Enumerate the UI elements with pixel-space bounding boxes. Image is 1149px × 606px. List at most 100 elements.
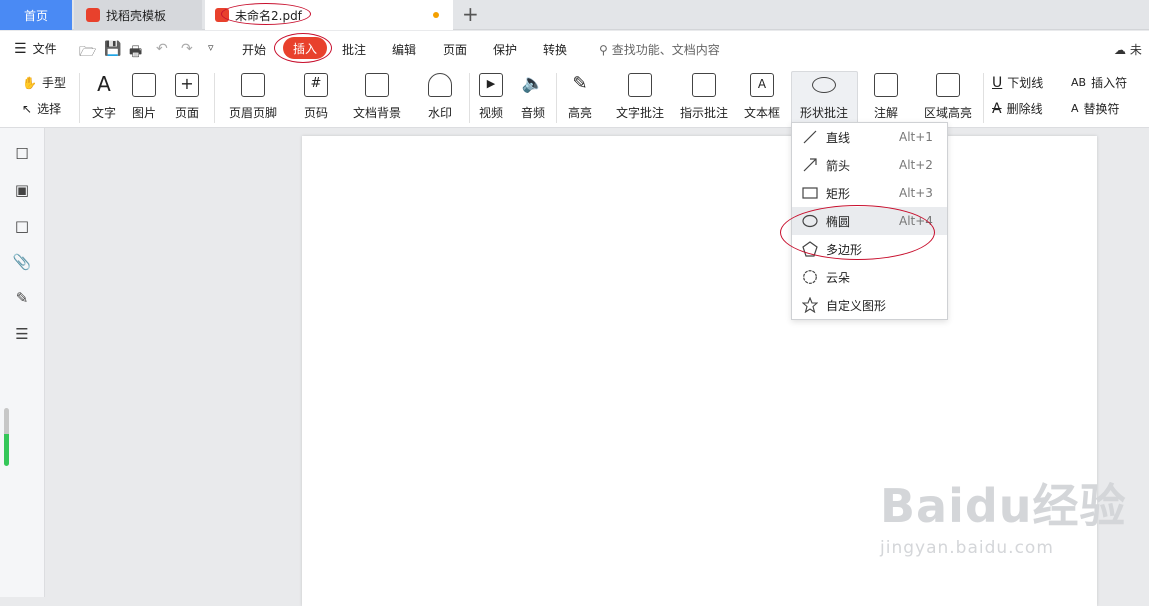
menu-edit[interactable]: 编辑 <box>392 41 416 58</box>
annotation-circle-insert <box>274 33 332 63</box>
save-icon[interactable]: 💾 <box>104 41 121 57</box>
text-icon: A <box>97 72 111 96</box>
watermark-icon <box>428 73 452 97</box>
tab-bar: 首页 找稻壳模板 未命名2.pdf + <box>0 0 1149 30</box>
new-tab-icon[interactable]: + <box>462 3 479 25</box>
insert-audio-button[interactable]: 🔈 音频 <box>506 73 560 121</box>
arrow-icon <box>803 158 817 172</box>
attachment-icon[interactable]: 📎 <box>13 253 32 271</box>
rectangle-icon <box>802 187 818 199</box>
page-number-button[interactable]: # 页码 <box>289 73 343 121</box>
header-footer-label: 页眉页脚 <box>228 106 277 120</box>
annotation-circle-ellipse <box>780 205 935 260</box>
menu-item-custom-shape[interactable]: 自定义图形 <box>792 291 947 319</box>
menu-convert[interactable]: 转换 <box>543 41 567 58</box>
quick-access-dropdown-icon[interactable]: ▿ <box>208 41 214 54</box>
shape-annotation-button[interactable]: 形状批注 <box>792 73 856 121</box>
print-icon[interactable]: 🖶 <box>129 41 142 65</box>
doc-background-label: 文档背景 <box>352 106 401 120</box>
menu-item-line[interactable]: 直线 Alt+1 <box>792 123 947 151</box>
shortcut-label: Alt+2 <box>899 158 933 172</box>
watermark-label: 水印 <box>427 106 452 120</box>
watermark-button[interactable]: 水印 <box>413 73 467 121</box>
file-menu-button[interactable]: ☰ 文件 <box>14 40 57 57</box>
search-box[interactable]: ⚲ 查找功能、文档内容 <box>599 41 720 58</box>
underline-button[interactable]: U 下划线 <box>992 74 1043 91</box>
header-footer-button[interactable]: 页眉页脚 <box>226 73 280 121</box>
text-comment-icon <box>628 73 652 97</box>
ribbon-toolbar: ✋ 手型 ↖ 选择 A 文字 图片 + 页面 页眉页脚 # 页码 文档背景 水印 ▶… <box>0 67 1149 128</box>
redo-icon[interactable]: ↷ <box>181 41 193 57</box>
undo-icon[interactable]: ↶ <box>156 41 168 57</box>
tab-template[interactable]: 找稻壳模板 <box>74 0 202 30</box>
page-label: 页面 <box>174 106 199 120</box>
insert-page-button[interactable]: + 页面 <box>160 73 214 121</box>
annotation-circle-tab <box>221 3 311 25</box>
file-menu-label: 文件 <box>32 42 57 56</box>
pointer-comment-icon <box>692 73 716 97</box>
menu-protect[interactable]: 保护 <box>493 41 517 58</box>
thumbnail-icon[interactable]: ▣ <box>13 181 31 199</box>
insert-mark-icon: AB <box>1071 76 1087 89</box>
line-icon <box>803 130 817 144</box>
area-highlight-label: 区域高亮 <box>923 106 972 120</box>
note-icon <box>874 73 898 97</box>
text-box-icon: A <box>750 73 774 97</box>
hand-label: 手型 <box>41 76 66 90</box>
doc-background-button[interactable]: 文档背景 <box>350 73 404 121</box>
menu-item-label: 直线 <box>826 130 851 145</box>
layers-icon[interactable]: ☰ <box>13 325 31 343</box>
insert-mark-button[interactable]: AB 插入符 <box>1071 74 1127 91</box>
menu-item-cloud[interactable]: 云朵 <box>792 263 947 291</box>
note-button[interactable]: 注解 <box>859 73 913 121</box>
strikethrough-label: 删除线 <box>1006 102 1043 116</box>
text-box-label: 文本框 <box>743 106 780 120</box>
ellipse-icon <box>812 77 836 93</box>
highlighter-icon: ✎ <box>572 73 588 94</box>
page-number-icon: # <box>304 73 328 97</box>
video-label: 视频 <box>478 106 503 120</box>
shortcut-label: Alt+3 <box>899 186 933 200</box>
underline-label: 下划线 <box>1007 76 1044 90</box>
menu-bar: ☰ 文件 🗁 💾 🖶 ↶ ↷ ▿ 开始 插入 批注 编辑 页面 保护 转换 ⚲ … <box>0 31 1149 67</box>
tab-home-label: 首页 <box>23 8 48 23</box>
area-highlight-button[interactable]: 区域高亮 <box>920 73 976 121</box>
text-annotation-label: 文字批注 <box>615 106 664 120</box>
highlight-button[interactable]: ✎ 高亮 <box>553 73 607 121</box>
menu-item-label: 自定义图形 <box>826 298 887 313</box>
strikethrough-button[interactable]: A 删除线 <box>992 100 1043 117</box>
header-footer-icon <box>241 73 265 97</box>
search-placeholder: 查找功能、文档内容 <box>611 43 720 57</box>
text-annotation-button[interactable]: 文字批注 <box>613 73 667 121</box>
strikethrough-icon: A <box>992 100 1002 117</box>
replace-mark-button[interactable]: A 替换符 <box>1071 100 1120 117</box>
page-number-label: 页码 <box>303 106 328 120</box>
tab-template-label: 找稻壳模板 <box>106 8 167 23</box>
baidu-watermark: Baidu经验 jingyan.baidu.com <box>880 470 1127 558</box>
open-folder-icon[interactable]: 🗁 <box>79 41 96 65</box>
area-highlight-icon <box>936 73 960 97</box>
cloud-status[interactable]: ☁ 未 <box>1114 41 1142 58</box>
pointer-annotation-button[interactable]: 指示批注 <box>677 73 731 121</box>
menu-page[interactable]: 页面 <box>443 41 467 58</box>
menu-start[interactable]: 开始 <box>242 41 266 58</box>
pointer-annotation-label: 指示批注 <box>679 106 728 120</box>
tab-home[interactable]: 首页 <box>0 0 72 30</box>
cloud-label: 未 <box>1129 43 1142 57</box>
menu-comment[interactable]: 批注 <box>342 41 366 58</box>
select-tool-button[interactable]: ↖ 选择 <box>22 100 61 117</box>
bookmark-icon[interactable]: ☐ <box>13 145 31 163</box>
note-label: 注解 <box>873 106 898 120</box>
signature-icon[interactable]: ✎ <box>13 289 31 307</box>
menu-item-rectangle[interactable]: 矩形 Alt+3 <box>792 179 947 207</box>
scroll-indicator[interactable] <box>4 408 9 466</box>
comment-icon[interactable]: □ <box>13 217 31 235</box>
video-icon: ▶ <box>479 73 503 97</box>
menu-item-arrow[interactable]: 箭头 Alt+2 <box>792 151 947 179</box>
left-sidebar: ☐ ▣ □ 📎 ✎ ☰ <box>0 128 45 597</box>
add-page-icon: + <box>175 73 199 97</box>
text-label: 文字 <box>91 106 116 120</box>
select-label: 选择 <box>37 102 62 116</box>
hand-tool-button[interactable]: ✋ 手型 <box>22 74 66 91</box>
text-box-button[interactable]: A 文本框 <box>735 73 789 121</box>
